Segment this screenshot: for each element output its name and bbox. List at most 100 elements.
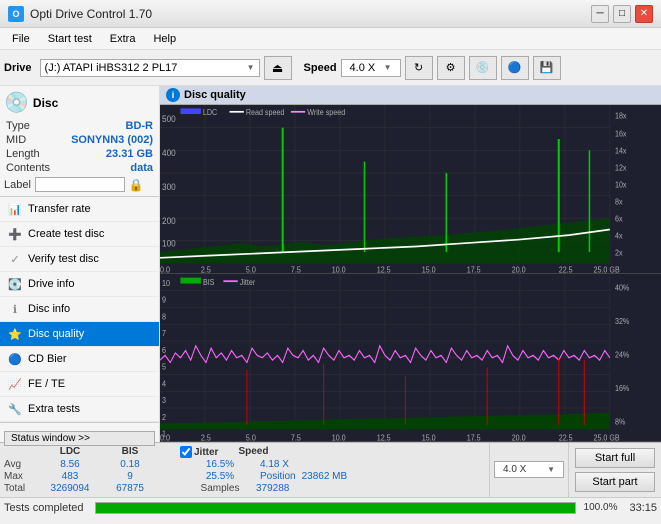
- sidebar-item-extra-tests[interactable]: 🔧 Extra tests: [0, 397, 159, 422]
- sidebar-item-drive-info[interactable]: 💽 Drive info: [0, 272, 159, 297]
- svg-text:32%: 32%: [615, 316, 629, 326]
- save-button[interactable]: 💾: [533, 56, 561, 80]
- total-label: Total: [4, 483, 40, 494]
- svg-text:10.0: 10.0: [332, 265, 346, 272]
- extra-icon: 🔧: [8, 402, 22, 416]
- drive-dropdown[interactable]: (J:) ATAPI iHBS312 2 PL17 ▼: [40, 59, 260, 77]
- samples-value: 379288: [256, 483, 289, 494]
- sidebar-label-drive-info: Drive info: [28, 278, 74, 290]
- svg-text:Jitter: Jitter: [240, 277, 256, 287]
- speed-select-group: Position 23862 MB: [260, 471, 347, 482]
- sidebar-item-create-test-disc[interactable]: ➕ Create test disc: [0, 222, 159, 247]
- svg-text:10: 10: [162, 278, 171, 288]
- avg-bis: 0.18: [100, 459, 160, 470]
- sidebar-label-disc-info: Disc info: [28, 303, 70, 315]
- svg-text:6x: 6x: [615, 214, 623, 223]
- sidebar-item-fe-te[interactable]: 📈 FE / TE: [0, 372, 159, 397]
- sidebar-item-transfer-rate[interactable]: 📊 Transfer rate: [0, 197, 159, 222]
- avg-speed: 4.18 X: [260, 459, 289, 470]
- menu-start-test[interactable]: Start test: [40, 31, 100, 47]
- refresh-button[interactable]: ↻: [405, 56, 433, 80]
- fe-te-icon: 📈: [8, 377, 22, 391]
- menu-help[interactable]: Help: [145, 31, 184, 47]
- svg-text:16%: 16%: [615, 383, 629, 393]
- disc-label-input[interactable]: [35, 177, 125, 192]
- jitter-label: Jitter: [194, 447, 218, 458]
- chevron-down-icon-speed: ▼: [384, 63, 392, 72]
- menu-file[interactable]: File: [4, 31, 38, 47]
- info-icon: ℹ: [8, 302, 22, 316]
- sidebar-label-extra-tests: Extra tests: [28, 403, 80, 415]
- sidebar-item-disc-quality[interactable]: ⭐ Disc quality: [0, 322, 159, 347]
- stats-speed-value: 4.0 X: [503, 464, 526, 475]
- action-buttons: Start full Start part: [568, 443, 661, 497]
- svg-text:400: 400: [162, 148, 176, 158]
- stats-header-speed: Speed: [238, 446, 268, 458]
- disc-type-label: Type: [6, 120, 30, 132]
- panel-header: i Disc quality: [160, 86, 661, 105]
- status-text: Tests completed: [4, 502, 83, 514]
- menu-extra[interactable]: Extra: [102, 31, 144, 47]
- max-label: Max: [4, 471, 40, 482]
- svg-text:5.0: 5.0: [246, 265, 256, 272]
- svg-text:20.0: 20.0: [512, 265, 526, 272]
- drive-value: (J:) ATAPI iHBS312 2 PL17: [45, 62, 178, 74]
- sidebar-label-transfer-rate: Transfer rate: [28, 203, 91, 215]
- svg-text:200: 200: [162, 215, 176, 225]
- stats-avg-row: Avg 8.56 0.18 16.5% 4.18 X: [4, 459, 485, 470]
- bottom-area: LDC BIS Jitter Speed Avg 8.56 0.18 16.5%…: [0, 442, 661, 497]
- stats-header-bis: BIS: [100, 446, 160, 458]
- eject-icon: ⏏: [272, 61, 283, 75]
- stats-speed-dropdown[interactable]: 4.0 X ▼: [494, 461, 564, 478]
- disc-contents-label: Contents: [6, 162, 50, 174]
- disc-mid-value: SONYNN3 (002): [71, 134, 153, 146]
- quality-icon: ⭐: [8, 327, 22, 341]
- disc-label-label: Label: [4, 179, 31, 191]
- ldc-chart: 500 400 300 200 100 18x 16x 14x 12x 10x …: [160, 105, 661, 274]
- eject-button[interactable]: ⏏: [264, 56, 292, 80]
- svg-text:17.5: 17.5: [467, 265, 481, 272]
- lock-icon: 🔒: [129, 178, 144, 192]
- position-label: Position: [260, 471, 296, 482]
- disc-label-row: Label 🔒: [4, 177, 155, 192]
- title-bar-left: O Opti Drive Control 1.70: [8, 6, 152, 22]
- sidebar-item-verify-test-disc[interactable]: ✓ Verify test disc: [0, 247, 159, 272]
- close-button[interactable]: ✕: [635, 5, 653, 23]
- disc2-button[interactable]: 🔵: [501, 56, 529, 80]
- chevron-down-icon: ▼: [247, 63, 255, 72]
- svg-text:100: 100: [162, 238, 176, 248]
- maximize-button[interactable]: □: [613, 5, 631, 23]
- sidebar: 💿 Disc Type BD-R MID SONYNN3 (002) Lengt…: [0, 86, 160, 442]
- svg-text:5: 5: [162, 362, 166, 372]
- drive-icon: 💽: [8, 277, 22, 291]
- settings-button[interactable]: ⚙: [437, 56, 465, 80]
- sidebar-label-disc-quality: Disc quality: [28, 328, 84, 340]
- nav-items: 📊 Transfer rate ➕ Create test disc ✓ Ver…: [0, 197, 159, 422]
- disc-mid-row: MID SONYNN3 (002): [4, 133, 155, 147]
- sidebar-label-cd-bier: CD Bier: [28, 353, 67, 365]
- start-full-button[interactable]: Start full: [575, 448, 655, 468]
- stats-buttons-row: LDC BIS Jitter Speed Avg 8.56 0.18 16.5%…: [0, 443, 661, 497]
- sidebar-item-disc-info[interactable]: ℹ Disc info: [0, 297, 159, 322]
- menu-bar: File Start test Extra Help: [0, 28, 661, 50]
- sidebar-item-cd-bier[interactable]: 🔵 CD Bier: [0, 347, 159, 372]
- chart-icon: 📊: [8, 202, 22, 216]
- start-part-button[interactable]: Start part: [575, 472, 655, 492]
- disc-icon: 💿: [4, 90, 29, 115]
- avg-label: Avg: [4, 459, 40, 470]
- disc-panel-title: Disc: [33, 96, 58, 110]
- cd-icon: 🔵: [8, 352, 22, 366]
- charts-container: 500 400 300 200 100 18x 16x 14x 12x 10x …: [160, 105, 661, 442]
- max-jitter: 25.5%: [190, 471, 250, 482]
- speed-dropdown[interactable]: 4.0 X ▼: [341, 59, 401, 77]
- svg-text:2x: 2x: [615, 248, 623, 257]
- jitter-checkbox-group: Jitter: [180, 446, 218, 458]
- bis-chart: 10 9 8 7 6 5 4 3 2 1 40% 32% 24% 16% 8%: [160, 274, 661, 443]
- jitter-checkbox[interactable]: [180, 446, 192, 458]
- disc-mid-label: MID: [6, 134, 26, 146]
- disc1-button[interactable]: 💿: [469, 56, 497, 80]
- max-bis: 9: [100, 471, 160, 482]
- minimize-button[interactable]: ─: [591, 5, 609, 23]
- svg-text:12.5: 12.5: [377, 432, 391, 441]
- total-bis: 67875: [100, 483, 160, 494]
